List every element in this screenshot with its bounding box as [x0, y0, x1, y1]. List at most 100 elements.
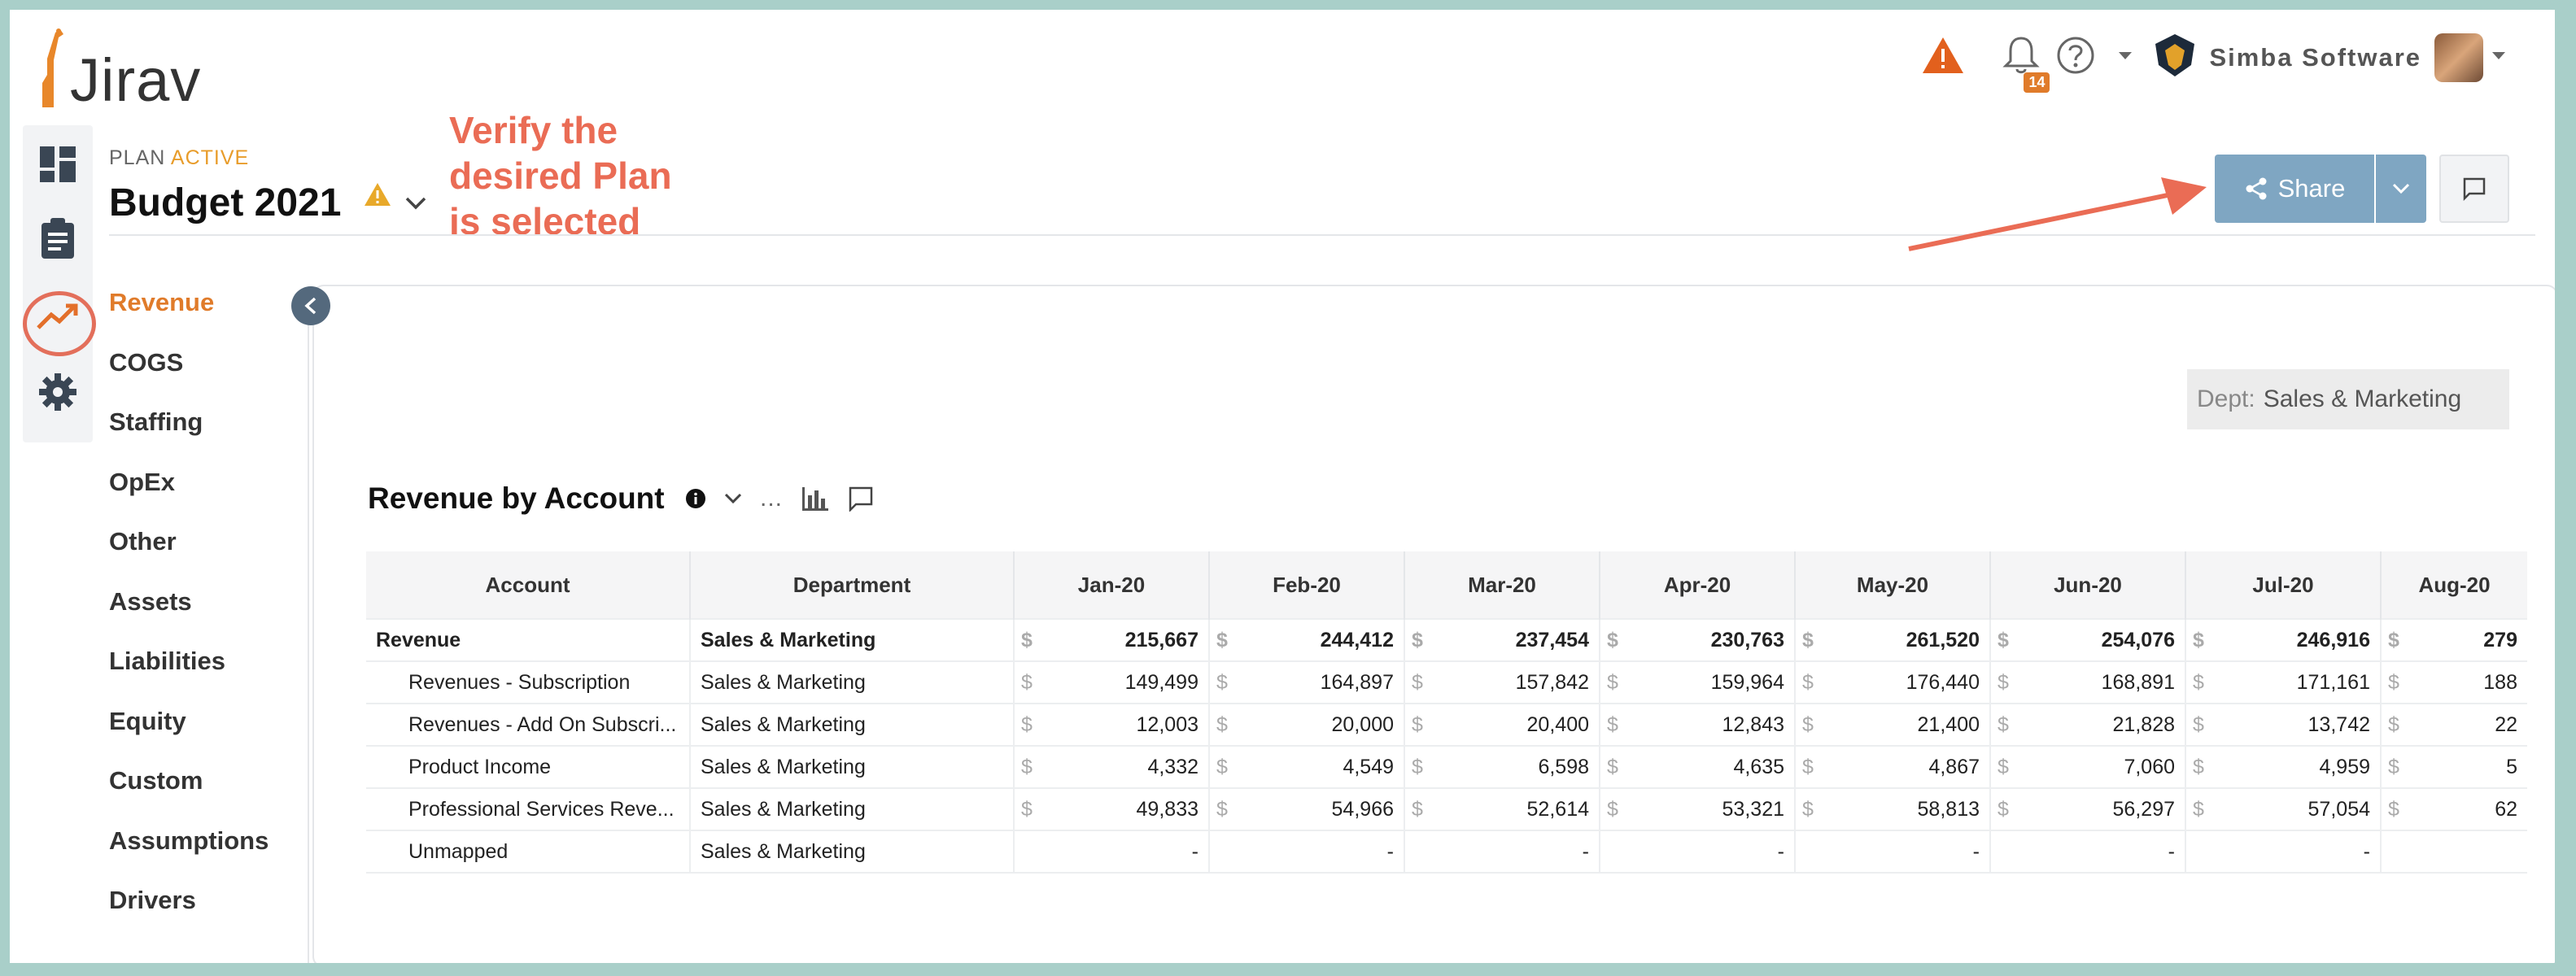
value-cell[interactable]: $254,076	[1989, 618, 2185, 661]
table-row[interactable]: Professional Services Reve... Sales & Mar…	[366, 787, 2527, 830]
value-cell[interactable]: $22	[2380, 703, 2527, 746]
sidebar-item-cogs[interactable]: COGS	[109, 346, 269, 407]
jirav-logo[interactable]: Jirav	[36, 26, 201, 111]
account-chevron-icon[interactable]	[2491, 50, 2506, 65]
table-row[interactable]: Product Income Sales & Marketing $4,332 $4,…	[366, 745, 2527, 788]
dashboard-icon[interactable]	[33, 140, 82, 189]
section-chevron-down-icon[interactable]	[724, 493, 742, 504]
value-cell[interactable]: $4,959	[2185, 745, 2381, 788]
value-cell[interactable]: $13,742	[2185, 703, 2381, 746]
value-cell[interactable]: $157,842	[1404, 660, 1600, 704]
value-cell[interactable]: $4,332	[1013, 745, 1209, 788]
collapse-sidebar-button[interactable]	[291, 286, 330, 325]
value-cell[interactable]: $12,003	[1013, 703, 1209, 746]
table-row[interactable]: Revenue Sales & Marketing $215,667 $244,412…	[366, 618, 2527, 661]
sidebar-item-drivers[interactable]: Drivers	[109, 884, 269, 944]
value-cell[interactable]: $52,614	[1404, 787, 1600, 830]
col-header-month[interactable]: Mar-20	[1404, 551, 1600, 619]
value-cell[interactable]: -	[1794, 830, 1990, 874]
comments-button[interactable]	[2439, 155, 2509, 223]
value-cell[interactable]: -	[1404, 830, 1600, 874]
col-header-month[interactable]: Jul-20	[2185, 551, 2381, 619]
value-cell[interactable]: $279	[2380, 618, 2527, 661]
sidebar-item-custom[interactable]: Custom	[109, 765, 269, 825]
account-cell[interactable]: Unmapped	[366, 830, 690, 874]
value-cell[interactable]: $164,897	[1208, 660, 1404, 704]
value-cell[interactable]: $230,763	[1599, 618, 1795, 661]
value-cell[interactable]: $20,400	[1404, 703, 1600, 746]
value-cell[interactable]: $12,843	[1599, 703, 1795, 746]
col-header-month[interactable]: Aug-20	[2380, 551, 2527, 619]
account-cell[interactable]: Product Income	[366, 745, 690, 788]
notifications-button[interactable]: 14	[2002, 35, 2050, 93]
company-name[interactable]: Simba Software	[2209, 43, 2421, 72]
account-cell[interactable]: Revenues - Subscription	[366, 660, 690, 704]
clipboard-icon[interactable]	[33, 215, 82, 264]
col-header-month[interactable]: Jun-20	[1989, 551, 2185, 619]
value-cell[interactable]: $21,828	[1989, 703, 2185, 746]
plan-name[interactable]: Budget 2021	[109, 181, 341, 225]
sidebar-item-staffing[interactable]: Staffing	[109, 406, 269, 466]
sidebar-item-opex[interactable]: OpEx	[109, 466, 269, 526]
plan-dropdown-chevron-icon[interactable]	[405, 197, 426, 214]
value-cell[interactable]: $58,813	[1794, 787, 1990, 830]
value-cell[interactable]: $188	[2380, 660, 2527, 704]
col-header-account[interactable]: Account	[366, 551, 690, 619]
value-cell[interactable]: $5	[2380, 745, 2527, 788]
department-filter[interactable]: Dept: Sales & Marketing	[2187, 369, 2509, 429]
value-cell[interactable]: $4,549	[1208, 745, 1404, 788]
value-cell[interactable]: $6,598	[1404, 745, 1600, 788]
value-cell[interactable]: -	[1208, 830, 1404, 874]
account-cell[interactable]: Revenues - Add On Subscri...	[366, 703, 690, 746]
help-icon[interactable]	[2056, 36, 2095, 79]
value-cell[interactable]: -	[1013, 830, 1209, 874]
gear-icon[interactable]	[33, 368, 82, 416]
account-cell[interactable]: Professional Services Reve...	[366, 787, 690, 830]
sidebar-item-assumptions[interactable]: Assumptions	[109, 825, 269, 885]
value-cell[interactable]: -	[1599, 830, 1795, 874]
value-cell[interactable]: $176,440	[1794, 660, 1990, 704]
col-header-month[interactable]: Feb-20	[1208, 551, 1404, 619]
more-options[interactable]: ...	[760, 485, 783, 512]
table-row[interactable]: Unmapped Sales & Marketing - - - - - - -	[366, 830, 2527, 874]
value-cell[interactable]: $49,833	[1013, 787, 1209, 830]
value-cell[interactable]: -	[2185, 830, 2381, 874]
col-header-month[interactable]: Apr-20	[1599, 551, 1795, 619]
value-cell[interactable]: $7,060	[1989, 745, 2185, 788]
value-cell[interactable]: $62	[2380, 787, 2527, 830]
sidebar-item-equity[interactable]: Equity	[109, 705, 269, 765]
warning-icon[interactable]	[1921, 36, 1965, 79]
info-icon[interactable]	[685, 488, 706, 509]
value-cell[interactable]: $246,916	[2185, 618, 2381, 661]
value-cell[interactable]: $57,054	[2185, 787, 2381, 830]
share-dropdown-button[interactable]	[2376, 155, 2426, 223]
sidebar-item-revenue[interactable]: Revenue	[109, 286, 269, 346]
value-cell[interactable]: $4,635	[1599, 745, 1795, 788]
value-cell[interactable]: $21,400	[1794, 703, 1990, 746]
bar-chart-icon[interactable]	[801, 486, 830, 512]
value-cell[interactable]: $54,966	[1208, 787, 1404, 830]
value-cell[interactable]: $53,321	[1599, 787, 1795, 830]
value-cell[interactable]: $244,412	[1208, 618, 1404, 661]
help-dropdown-chevron-icon[interactable]	[2118, 50, 2133, 65]
value-cell[interactable]: $159,964	[1599, 660, 1795, 704]
share-button[interactable]: Share	[2215, 155, 2374, 223]
user-avatar[interactable]	[2434, 33, 2483, 82]
value-cell[interactable]: $261,520	[1794, 618, 1990, 661]
value-cell[interactable]: $171,161	[2185, 660, 2381, 704]
sidebar-item-other[interactable]: Other	[109, 525, 269, 586]
value-cell[interactable]: $215,667	[1013, 618, 1209, 661]
value-cell[interactable]: -	[1989, 830, 2185, 874]
table-row[interactable]: Revenues - Subscription Sales & Marketing…	[366, 660, 2527, 704]
col-header-department[interactable]: Department	[689, 551, 1014, 619]
value-cell[interactable]: $56,297	[1989, 787, 2185, 830]
section-comment-icon[interactable]	[848, 486, 874, 512]
plan-warning-icon[interactable]	[364, 182, 391, 211]
value-cell[interactable]: $4,867	[1794, 745, 1990, 788]
value-cell[interactable]: $237,454	[1404, 618, 1600, 661]
sidebar-item-assets[interactable]: Assets	[109, 586, 269, 646]
col-header-month[interactable]: Jan-20	[1013, 551, 1209, 619]
table-row[interactable]: Revenues - Add On Subscri... Sales & Mark…	[366, 703, 2527, 746]
value-cell[interactable]: $168,891	[1989, 660, 2185, 704]
value-cell[interactable]	[2380, 830, 2527, 874]
